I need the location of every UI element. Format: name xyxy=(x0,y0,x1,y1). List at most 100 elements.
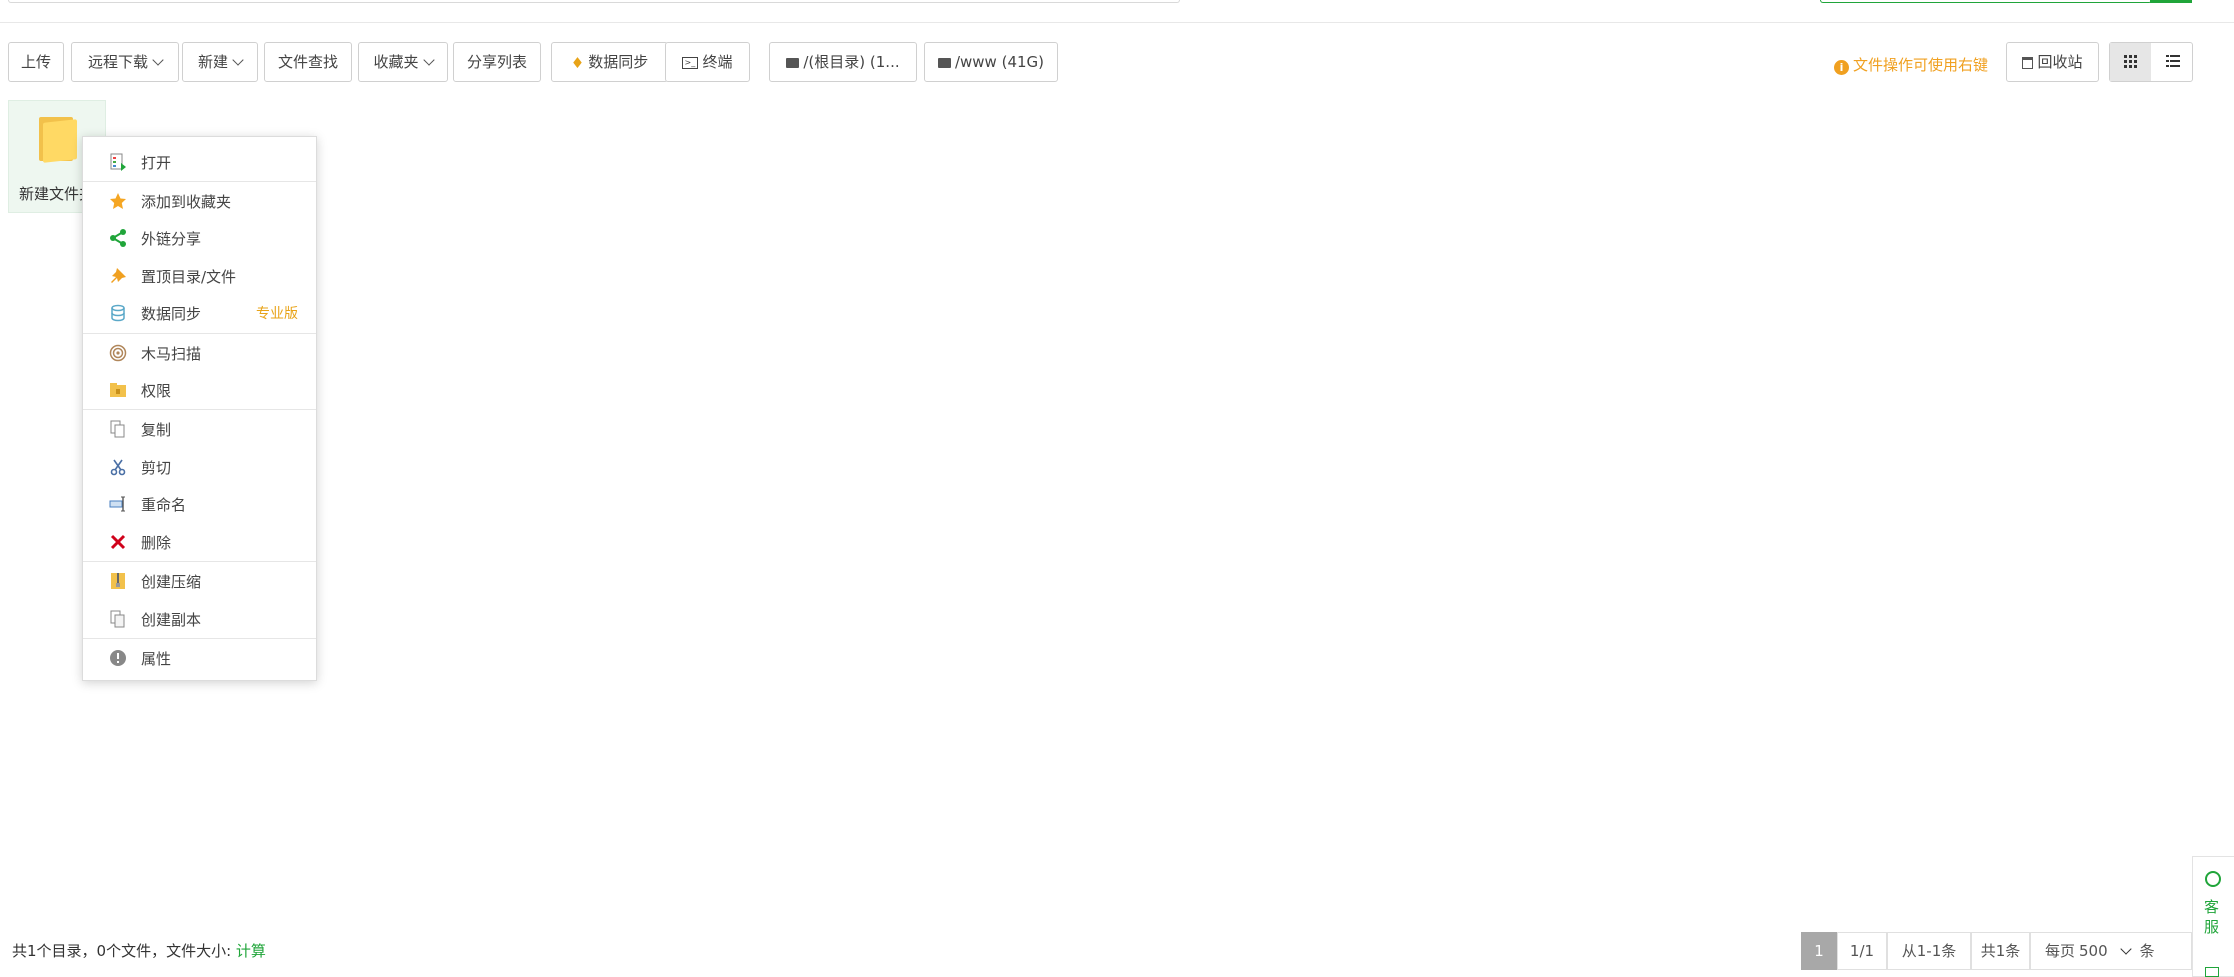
data-sync-label: 数据同步 xyxy=(588,53,649,71)
terminal-label: 终端 xyxy=(702,53,733,71)
page-total: 共1条 xyxy=(1971,932,2030,970)
new-button[interactable]: 新建 xyxy=(182,42,258,82)
menu-label: 置顶目录/文件 xyxy=(141,268,237,286)
remote-download-button[interactable]: 远程下载 xyxy=(71,42,179,82)
upload-button[interactable]: 上传 xyxy=(8,42,64,82)
share-icon xyxy=(109,229,127,247)
menu-item-delete[interactable]: 删除 xyxy=(83,525,316,559)
share-list-label: 分享列表 xyxy=(466,53,527,71)
calculate-size-link[interactable]: 计算 xyxy=(236,942,266,960)
menu-label: 权限 xyxy=(141,382,172,400)
terminal-button[interactable]: >_ 终端 xyxy=(665,42,750,82)
view-toggle xyxy=(2109,42,2193,82)
per-page-unit: 条 xyxy=(2139,942,2155,960)
favorites-label: 收藏夹 xyxy=(373,53,419,71)
context-menu: 打开 添加到收藏夹 外链分享 置顶目录/文件 数据同步 专业版 木马扫描 权限 … xyxy=(82,136,317,681)
search-button[interactable] xyxy=(2150,0,2192,3)
star-icon xyxy=(109,192,127,210)
disk-root-button[interactable]: /(根目录) (1... xyxy=(769,42,917,82)
hint-text: 文件操作可使用右键 xyxy=(1853,56,1989,74)
menu-divider xyxy=(83,409,316,410)
pin-icon xyxy=(109,267,127,285)
file-search-label: 文件查找 xyxy=(277,53,338,71)
database-icon xyxy=(109,304,127,322)
disk-icon xyxy=(937,57,951,68)
rename-icon xyxy=(109,495,127,513)
edit-icon[interactable] xyxy=(2205,967,2219,977)
upload-label: 上传 xyxy=(20,53,51,71)
page-current[interactable]: 1 xyxy=(1801,932,1837,970)
info-icon: i xyxy=(1834,60,1849,75)
new-label: 新建 xyxy=(197,53,228,71)
remote-download-label: 远程下载 xyxy=(87,53,148,71)
page-count: 1/1 xyxy=(1837,932,1887,970)
menu-label: 剪切 xyxy=(141,459,172,477)
menu-item-properties[interactable]: 属性 xyxy=(83,641,316,675)
menu-label: 数据同步 xyxy=(141,305,202,323)
path-input[interactable] xyxy=(8,0,1180,3)
menu-label: 木马扫描 xyxy=(141,345,202,363)
file-search-button[interactable]: 文件查找 xyxy=(264,42,352,82)
menu-item-cut[interactable]: 剪切 xyxy=(83,450,316,484)
menu-item-share-link[interactable]: 外链分享 xyxy=(83,221,316,255)
menu-item-pin[interactable]: 置顶目录/文件 xyxy=(83,259,316,293)
grid-view-button[interactable] xyxy=(2110,43,2151,81)
menu-item-add-favorite[interactable]: 添加到收藏夹 xyxy=(83,184,316,218)
list-view-button[interactable] xyxy=(2152,43,2193,81)
menu-label: 重命名 xyxy=(141,496,187,514)
top-header-strip xyxy=(0,0,2234,23)
data-sync-button[interactable]: ♦ 数据同步 xyxy=(551,42,668,82)
menu-item-compress[interactable]: 创建压缩 xyxy=(83,564,316,598)
disk-www-label: /www (41G) xyxy=(954,53,1045,71)
chevron-down-icon xyxy=(232,54,244,66)
menu-label: 打开 xyxy=(141,154,172,172)
menu-label: 创建压缩 xyxy=(141,573,202,591)
menu-divider xyxy=(83,561,316,562)
menu-divider xyxy=(83,333,316,334)
disk-root-label: /(根目录) (1... xyxy=(803,53,900,71)
info-icon xyxy=(109,649,127,667)
list-icon xyxy=(2166,55,2180,67)
chevron-down-icon xyxy=(2119,943,2132,955)
customer-service-label: 客服 xyxy=(2204,898,2220,936)
menu-label: 外链分享 xyxy=(141,230,202,248)
menu-label: 复制 xyxy=(141,421,172,439)
folder-icon xyxy=(39,115,83,163)
search-input[interactable] xyxy=(1820,0,2152,3)
per-page-label: 每页 xyxy=(2045,942,2076,960)
page-range: 从1-1条 xyxy=(1887,932,1971,970)
customer-service-tab[interactable]: 客服 xyxy=(2192,856,2234,977)
menu-item-open[interactable]: 打开 xyxy=(83,145,316,179)
share-list-button[interactable]: 分享列表 xyxy=(453,42,541,82)
disk-icon xyxy=(786,57,800,68)
permission-folder-icon xyxy=(109,381,127,399)
zip-icon xyxy=(109,572,127,590)
menu-divider xyxy=(83,638,316,639)
menu-item-data-sync[interactable]: 数据同步 专业版 xyxy=(83,296,316,330)
per-page-value[interactable]: 500 xyxy=(2079,933,2108,969)
per-page-selector[interactable]: 每页 500 条 xyxy=(2030,932,2192,970)
disk-www-button[interactable]: /www (41G) xyxy=(924,42,1058,82)
chevron-down-icon xyxy=(422,54,435,66)
right-click-hint: i 文件操作可使用右键 xyxy=(1834,54,1988,75)
menu-item-rename[interactable]: 重命名 xyxy=(83,487,316,521)
favorites-button[interactable]: 收藏夹 xyxy=(358,42,448,82)
summary-text: 共1个目录，0个文件，文件大小: xyxy=(12,942,236,960)
terminal-icon: >_ xyxy=(682,56,699,69)
delete-x-icon xyxy=(109,533,127,551)
recycle-bin-label: 回收站 xyxy=(2037,53,2083,71)
headset-icon xyxy=(2205,871,2221,887)
duplicate-icon xyxy=(109,610,127,628)
trash-icon xyxy=(2022,56,2034,69)
menu-item-trojan-scan[interactable]: 木马扫描 xyxy=(83,336,316,370)
copy-icon xyxy=(109,420,127,438)
menu-item-copy[interactable]: 复制 xyxy=(83,412,316,446)
recycle-bin-button[interactable]: 回收站 xyxy=(2006,42,2099,82)
menu-label: 属性 xyxy=(141,650,172,668)
vip-diamond-icon: ♦ xyxy=(570,53,585,72)
status-summary: 共1个目录，0个文件，文件大小: 计算 xyxy=(12,940,266,961)
grid-icon xyxy=(2124,55,2137,68)
scissors-icon xyxy=(109,458,127,476)
menu-item-duplicate[interactable]: 创建副本 xyxy=(83,602,316,636)
menu-item-permission[interactable]: 权限 xyxy=(83,373,316,407)
